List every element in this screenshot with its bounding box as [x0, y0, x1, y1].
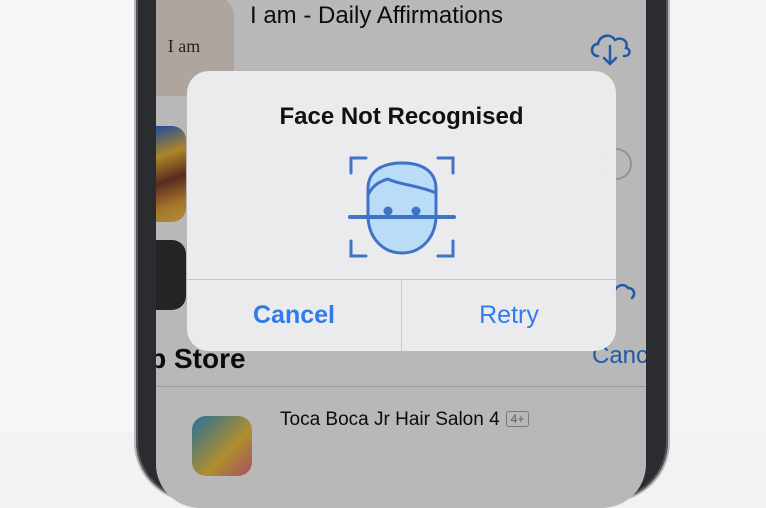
- page-background-left: [0, 0, 140, 432]
- retry-button[interactable]: Retry: [402, 280, 616, 351]
- cancel-button[interactable]: Cancel: [187, 280, 401, 351]
- page-background-right: [664, 0, 766, 432]
- face-id-alert: Face Not Recognised Cancel Retry: [187, 71, 616, 351]
- face-id-icon: [348, 156, 456, 258]
- alert-title: Face Not Recognised: [279, 103, 524, 130]
